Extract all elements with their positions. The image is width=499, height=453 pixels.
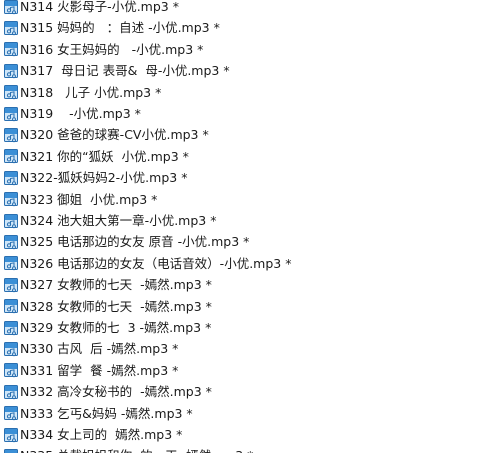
audio-file-icon: [4, 213, 18, 228]
file-row[interactable]: N325 电话那边的女友 原音 -小优.mp3 *: [0, 231, 499, 252]
file-name: N321 你的“狐妖 小优.mp3 *: [20, 148, 189, 164]
file-row[interactable]: N328 女教师的七天 -嫣然.mp3 *: [0, 296, 499, 317]
file-row[interactable]: N323 御姐 小优.mp3 *: [0, 189, 499, 210]
file-name: N334 女上司的 嫣然.mp3 *: [20, 427, 183, 442]
file-name: N319 -小优.mp3 *: [20, 106, 141, 121]
file-name: N314 火影母子-小优.mp3 *: [20, 0, 179, 14]
file-row[interactable]: N322-狐妖妈妈2-小优.mp3 *: [0, 167, 499, 188]
file-name: N323 御姐 小优.mp3 *: [20, 191, 158, 207]
file-row[interactable]: N324 池大姐大第一章-小优.mp3 *: [0, 210, 499, 231]
file-name: N316 女王妈妈的 -小优.mp3 *: [20, 41, 204, 57]
file-name: N322-狐妖妈妈2-小优.mp3 *: [20, 170, 188, 186]
audio-file-icon: [4, 277, 18, 292]
file-list: N314 火影母子-小优.mp3 * N315 妈妈的 ：自述 -小优.mp3 *…: [0, 0, 499, 453]
audio-file-icon: [4, 448, 18, 453]
audio-file-icon: [4, 341, 18, 357]
file-name: N327 女教师的七天 -嫣然.mp3 *: [20, 277, 212, 293]
file-row[interactable]: N320 爸爸的球赛-CV小优.mp3 *: [0, 124, 499, 145]
file-row[interactable]: N333 乞丐&妈妈 -嫣然.mp3 *: [0, 403, 499, 424]
file-name: N328 女教师的七天 -嫣然.mp3 *: [20, 298, 212, 314]
audio-file-icon: [4, 149, 18, 164]
audio-file-icon: [4, 170, 18, 185]
file-name: N315 妈妈的 ：自述 -小优.mp3 *: [20, 20, 220, 36]
file-row[interactable]: N335 总裁姐姐和你 的一天 -嫣然.mp3 *: [0, 445, 499, 453]
file-name: N331 留学 餐 -嫣然.mp3 *: [20, 362, 179, 378]
file-row[interactable]: N314 火影母子-小优.mp3 *: [0, 0, 499, 17]
file-row[interactable]: N326 电话那边的女友（电话音效）-小优.mp3 *: [0, 253, 499, 274]
file-row[interactable]: N330 古风 后 -嫣然.mp3 *: [0, 338, 499, 359]
file-name: N330 古风 后 -嫣然.mp3 *: [20, 341, 179, 357]
file-row[interactable]: N318 儿子 小优.mp3 *: [0, 82, 499, 103]
audio-file-icon: [4, 20, 18, 36]
audio-file-icon: [4, 406, 18, 421]
audio-file-icon: [4, 384, 18, 399]
file-name: N317 母日记 表哥& 母-小优.mp3 *: [20, 63, 230, 79]
file-name: N325 电话那边的女友 原音 -小优.mp3 *: [20, 234, 250, 250]
audio-file-icon: [4, 63, 18, 78]
audio-file-icon: [4, 85, 18, 100]
file-row[interactable]: N315 妈妈的 ：自述 -小优.mp3 *: [0, 17, 499, 38]
file-row[interactable]: N332 高冷女秘书的 -嫣然.mp3 *: [0, 381, 499, 402]
audio-file-icon: [4, 299, 18, 314]
audio-file-icon: [4, 234, 18, 250]
audio-file-icon: [4, 427, 18, 442]
file-row[interactable]: N327 女教师的七天 -嫣然.mp3 *: [0, 274, 499, 295]
audio-file-icon: [4, 256, 18, 271]
file-name: N320 爸爸的球赛-CV小优.mp3 *: [20, 127, 209, 143]
file-name: N326 电话那边的女友（电话音效）-小优.mp3 *: [20, 255, 292, 271]
file-row[interactable]: N317 母日记 表哥& 母-小优.mp3 *: [0, 60, 499, 81]
file-name: N333 乞丐&妈妈 -嫣然.mp3 *: [20, 405, 193, 421]
file-name: N318 儿子 小优.mp3 *: [20, 84, 162, 100]
file-name: N332 高冷女秘书的 -嫣然.mp3 *: [20, 384, 212, 400]
file-row[interactable]: N329 女教师的七 3 -嫣然.mp3 *: [0, 317, 499, 338]
file-row[interactable]: N319 -小优.mp3 *: [0, 103, 499, 124]
file-row[interactable]: N331 留学 餐 -嫣然.mp3 *: [0, 360, 499, 381]
file-row[interactable]: N316 女王妈妈的 -小优.mp3 *: [0, 39, 499, 60]
audio-file-icon: [4, 127, 18, 143]
audio-file-icon: [4, 106, 18, 121]
audio-file-icon: [4, 42, 18, 57]
file-row[interactable]: N334 女上司的 嫣然.mp3 *: [0, 424, 499, 445]
audio-file-icon: [4, 192, 18, 207]
file-name: N324 池大姐大第一章-小优.mp3 *: [20, 213, 217, 228]
file-name: N335 总裁姐姐和你 的一天 -嫣然.mp3 *: [20, 445, 253, 453]
file-name: N329 女教师的七 3 -嫣然.mp3 *: [20, 320, 212, 335]
file-row[interactable]: N321 你的“狐妖 小优.mp3 *: [0, 146, 499, 167]
audio-file-icon: [4, 363, 18, 378]
audio-file-icon: [4, 320, 18, 335]
audio-file-icon: [4, 0, 18, 14]
